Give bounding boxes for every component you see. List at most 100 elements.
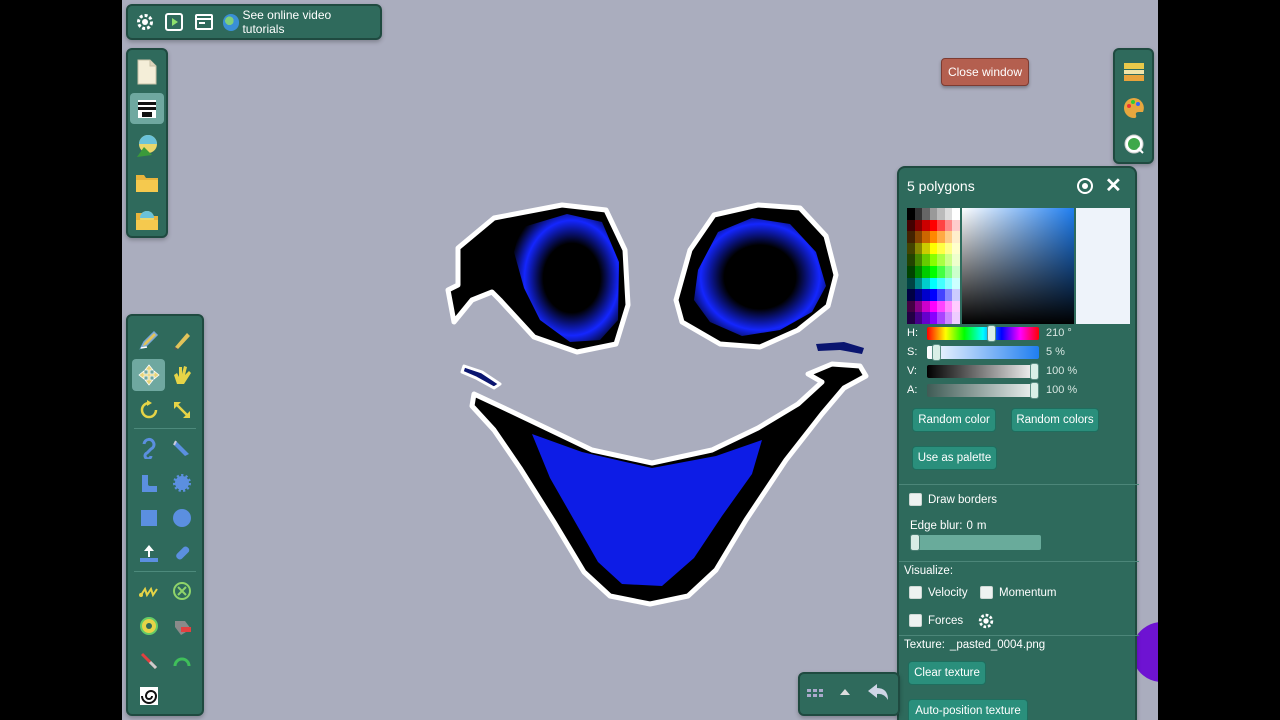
color-swatch[interactable] [937, 300, 945, 313]
color-swatch[interactable] [922, 289, 930, 301]
color-swatch[interactable] [907, 219, 915, 232]
color-swatch[interactable] [922, 277, 930, 290]
color-swatch[interactable] [907, 312, 915, 324]
color-swatch[interactable] [937, 277, 945, 290]
color-swatch[interactable] [922, 231, 930, 243]
color-swatch[interactable] [929, 289, 938, 301]
color-swatch[interactable] [929, 265, 938, 278]
rotate-tool-icon[interactable] [132, 394, 165, 426]
color-swatch[interactable] [922, 219, 930, 232]
color-swatch[interactable] [907, 208, 915, 220]
color-swatch[interactable] [952, 231, 960, 243]
open-folder-icon[interactable] [130, 167, 164, 198]
value-slider[interactable] [927, 362, 1039, 380]
laser-tool-icon[interactable] [132, 645, 165, 677]
use-as-palette-button[interactable]: Use as palette [912, 446, 997, 470]
thruster-tool-icon[interactable] [165, 610, 198, 642]
clear-texture-button[interactable]: Clear texture [908, 661, 986, 685]
circle-tool-icon[interactable] [165, 502, 198, 534]
layers-icon[interactable] [1119, 56, 1149, 88]
grid-icon[interactable] [806, 685, 824, 704]
velocity-checkbox[interactable] [909, 586, 922, 599]
color-swatch[interactable] [952, 300, 960, 313]
color-swatch[interactable] [914, 265, 923, 278]
color-swatch[interactable] [907, 265, 915, 278]
color-swatch[interactable] [914, 312, 923, 324]
play-icon[interactable] [164, 11, 186, 33]
color-swatch[interactable] [944, 312, 953, 324]
scale-tool-icon[interactable] [165, 394, 198, 426]
color-swatch[interactable] [914, 242, 923, 255]
saturation-slider[interactable] [927, 343, 1039, 361]
color-swatch[interactable] [952, 277, 960, 290]
draw-borders-row[interactable]: Draw borders [909, 493, 997, 506]
close-window-button[interactable]: Close window [941, 58, 1029, 86]
color-swatch[interactable] [937, 208, 945, 220]
tracer-tool-icon[interactable] [132, 680, 165, 712]
color-swatch[interactable] [944, 208, 953, 220]
color-swatch[interactable] [944, 300, 953, 313]
expand-up-icon[interactable] [838, 685, 852, 703]
color-swatch[interactable] [929, 254, 938, 266]
tutorials-link[interactable]: See online video tutorials [222, 8, 374, 36]
close-icon[interactable]: ✕ [1105, 176, 1122, 196]
axle-tool-icon[interactable] [132, 610, 165, 642]
color-swatch[interactable] [907, 231, 915, 243]
color-swatches[interactable] [907, 208, 960, 324]
load-scene-icon[interactable] [130, 204, 164, 235]
color-swatch[interactable] [914, 208, 923, 220]
scene-settings-icon[interactable] [1119, 128, 1149, 160]
color-swatch[interactable] [922, 254, 930, 266]
hue-slider[interactable] [927, 324, 1039, 342]
color-swatch[interactable] [929, 231, 938, 243]
color-swatch[interactable] [914, 231, 923, 243]
cut-tool-icon[interactable] [165, 432, 198, 464]
color-swatch[interactable] [944, 289, 953, 301]
momentum-row[interactable]: Momentum [980, 586, 1057, 599]
color-swatch[interactable] [952, 208, 960, 220]
scene-thumbnail-icon[interactable] [130, 130, 164, 161]
random-colors-button[interactable]: Random colors [1011, 408, 1099, 432]
color-swatch[interactable] [952, 289, 960, 301]
color-swatch[interactable] [937, 254, 945, 266]
hue-thumb[interactable] [987, 324, 997, 342]
color-swatch[interactable] [952, 265, 960, 278]
rope-tool-icon[interactable] [132, 432, 165, 464]
color-swatch[interactable] [914, 219, 923, 232]
fixate-tool-icon[interactable] [165, 575, 198, 607]
saturation-thumb[interactable] [932, 343, 942, 361]
erase-scene-icon[interactable] [130, 93, 164, 124]
color-swatch[interactable] [937, 312, 945, 324]
alpha-thumb[interactable] [1030, 381, 1039, 399]
color-swatch[interactable] [914, 289, 923, 301]
color-swatch[interactable] [944, 242, 953, 255]
color-swatch[interactable] [922, 242, 930, 255]
color-swatch[interactable] [922, 265, 930, 278]
color-swatch[interactable] [944, 265, 953, 278]
gear-shape-tool-icon[interactable] [165, 467, 198, 499]
color-swatch[interactable] [922, 300, 930, 313]
color-swatch[interactable] [937, 265, 945, 278]
color-swatch[interactable] [907, 254, 915, 266]
color-swatch[interactable] [944, 254, 953, 266]
color-swatch[interactable] [952, 254, 960, 266]
forces-settings-icon[interactable] [977, 612, 995, 633]
forces-checkbox[interactable] [909, 614, 922, 627]
draw-borders-checkbox[interactable] [909, 493, 922, 506]
app-canvas[interactable]: See online video tutorials Close window … [122, 0, 1158, 720]
palette-icon[interactable] [1119, 92, 1149, 124]
undo-icon[interactable] [866, 682, 890, 707]
eye-icon[interactable] [1075, 178, 1095, 197]
color-swatch[interactable] [952, 312, 960, 324]
box-tool-icon[interactable] [132, 502, 165, 534]
color-swatch[interactable] [937, 242, 945, 255]
spring-tool-icon[interactable] [132, 575, 165, 607]
plane-tool-icon[interactable] [132, 537, 165, 569]
momentum-checkbox[interactable] [980, 586, 993, 599]
color-swatch[interactable] [944, 277, 953, 290]
gear-icon[interactable] [134, 11, 156, 33]
random-color-button[interactable]: Random color [912, 408, 996, 432]
brush-tool-icon[interactable] [165, 324, 198, 356]
color-swatch[interactable] [944, 231, 953, 243]
color-swatch[interactable] [914, 277, 923, 290]
